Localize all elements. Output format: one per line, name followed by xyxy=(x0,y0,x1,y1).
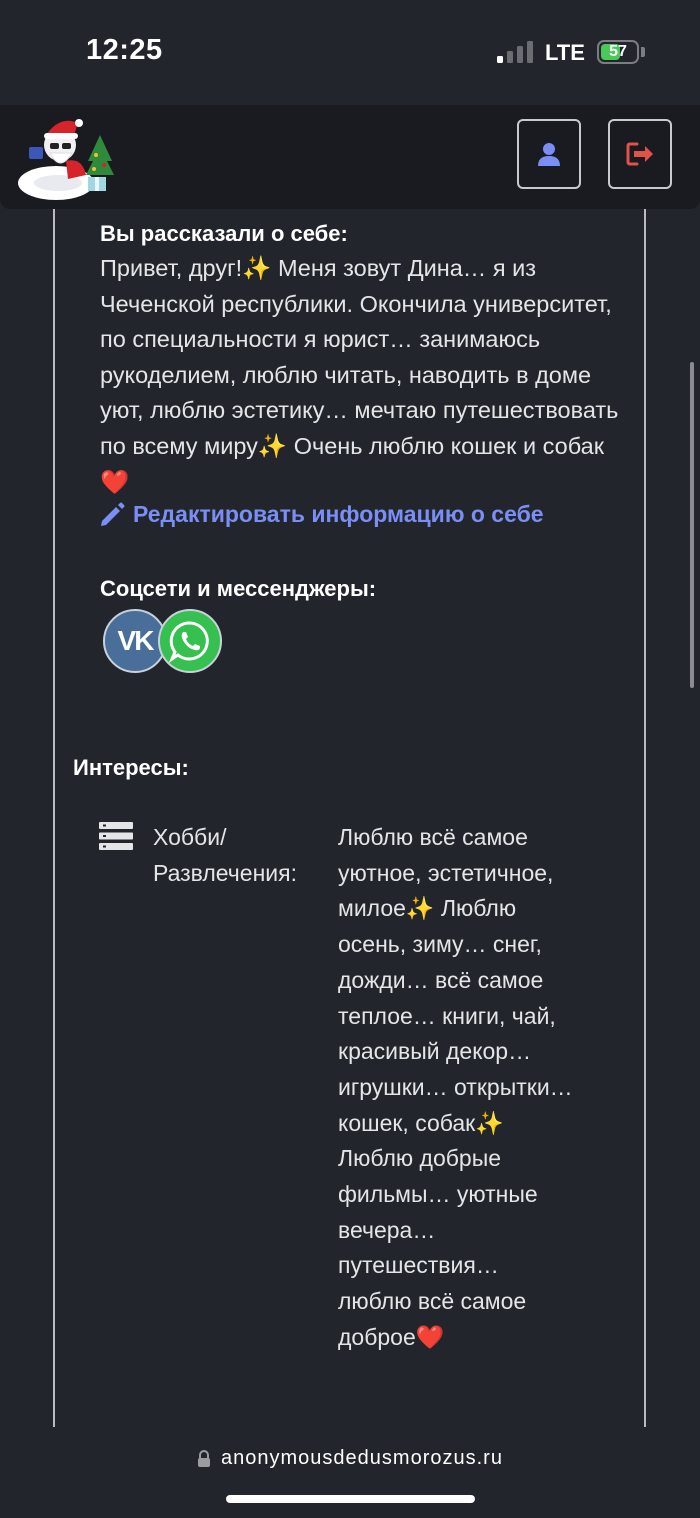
profile-button[interactable] xyxy=(517,119,581,189)
url-text: anonymousdedusmorozus.ru xyxy=(221,1447,503,1469)
interests-title: Интересы: xyxy=(73,755,189,780)
logout-button[interactable] xyxy=(608,119,672,189)
status-bar: 12:25 LTE 57 xyxy=(0,0,700,105)
url-display[interactable]: anonymousdedusmorozus.ru xyxy=(0,1447,700,1470)
profile-content: Вы рассказали о себе: Привет, друг!✨ Мен… xyxy=(0,209,700,1427)
content-border-right xyxy=(644,209,646,1427)
content-border-left xyxy=(53,209,55,1427)
battery-icon: 57 xyxy=(597,40,639,64)
whatsapp-glyph xyxy=(168,621,209,663)
site-header xyxy=(0,105,700,209)
edit-about-label: Редактировать информацию о себе xyxy=(133,501,544,527)
about-title: Вы рассказали о себе: xyxy=(100,221,348,246)
battery-cap xyxy=(641,47,645,57)
signal-icon xyxy=(497,41,533,63)
network-type: LTE xyxy=(545,40,585,65)
home-indicator[interactable] xyxy=(226,1495,475,1503)
scrollbar[interactable] xyxy=(690,362,694,688)
about-text: Привет, друг!✨ Меня зовут Дина… я из Чеч… xyxy=(100,255,619,495)
battery-level: 57 xyxy=(609,43,627,60)
status-time: 12:25 xyxy=(86,34,163,66)
list-icon xyxy=(99,822,133,850)
socials-title: Соцсети и мессенджеры: xyxy=(100,576,377,601)
santa-snake-logo[interactable] xyxy=(16,113,120,205)
browser-url-bar[interactable]: anonymousdedusmorozus.ru xyxy=(0,1427,700,1518)
user-icon xyxy=(538,143,560,166)
pencil-icon xyxy=(101,502,125,526)
logout-icon xyxy=(626,142,653,166)
hobby-label: Хобби/ Развлечения: xyxy=(153,824,297,886)
lock-icon xyxy=(198,1449,211,1467)
hobby-value: Люблю всё самое уютное, эстетичное, мило… xyxy=(338,824,573,1350)
edit-about-link[interactable]: Редактировать информацию о себе xyxy=(99,501,544,528)
whatsapp-icon[interactable] xyxy=(158,609,222,673)
